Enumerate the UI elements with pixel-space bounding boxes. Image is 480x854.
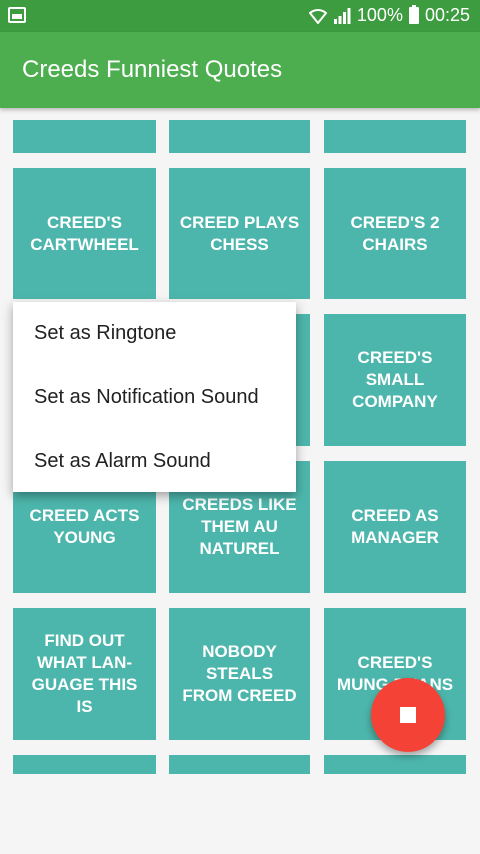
app-title: Creeds Funniest Quotes (22, 56, 283, 83)
stop-icon (400, 707, 416, 723)
app-bar: Creeds Funniest Quotes (0, 32, 480, 108)
quote-tile-creed-as-manager[interactable]: CREED AS MANAGER (324, 461, 466, 593)
quote-tile[interactable] (169, 755, 310, 774)
quote-tile[interactable] (13, 755, 156, 774)
quote-tile-creed-plays-chess[interactable]: CREED PLAYS CHESS (169, 168, 310, 299)
signal-icon (333, 7, 351, 24)
battery-percent: 100% (356, 5, 403, 25)
quote-tile[interactable] (324, 755, 466, 774)
quote-tile-creeds-cartwheel[interactable]: CREED'S CARTWHEEL (13, 168, 156, 299)
menu-item-set-ringtone[interactable]: Set as Ringtone (34, 322, 176, 345)
menu-item-set-notification-sound[interactable]: Set as Notification Sound (34, 386, 259, 409)
battery-icon (408, 5, 419, 24)
menu-item-set-alarm-sound[interactable]: Set as Alarm Sound (34, 450, 211, 473)
quote-tile-creeds-2-chairs[interactable]: CREED'S 2 CHAIRS (324, 168, 466, 299)
quote-tile-find-out-what-language[interactable]: FIND OUT WHAT LAN-GUAGE THIS IS (13, 608, 156, 740)
quote-tile[interactable] (169, 120, 310, 153)
image-icon (8, 7, 26, 23)
status-bar: 100% 00:25 (0, 0, 480, 32)
stop-button[interactable] (371, 678, 445, 752)
quote-tile-creeds-small-company[interactable]: CREED'S SMALL COMPANY (324, 314, 466, 446)
clock: 00:25 (424, 5, 470, 25)
quote-tile-nobody-steals-from-creed[interactable]: NOBODY STEALS FROM CREED (169, 608, 310, 740)
quote-tile[interactable] (13, 120, 156, 153)
quote-tile[interactable] (324, 120, 466, 153)
status-icons: 100% 00:25 (308, 5, 470, 26)
wifi-icon (308, 8, 327, 24)
popup-menu: Set as Ringtone Set as Notification Soun… (13, 302, 296, 492)
